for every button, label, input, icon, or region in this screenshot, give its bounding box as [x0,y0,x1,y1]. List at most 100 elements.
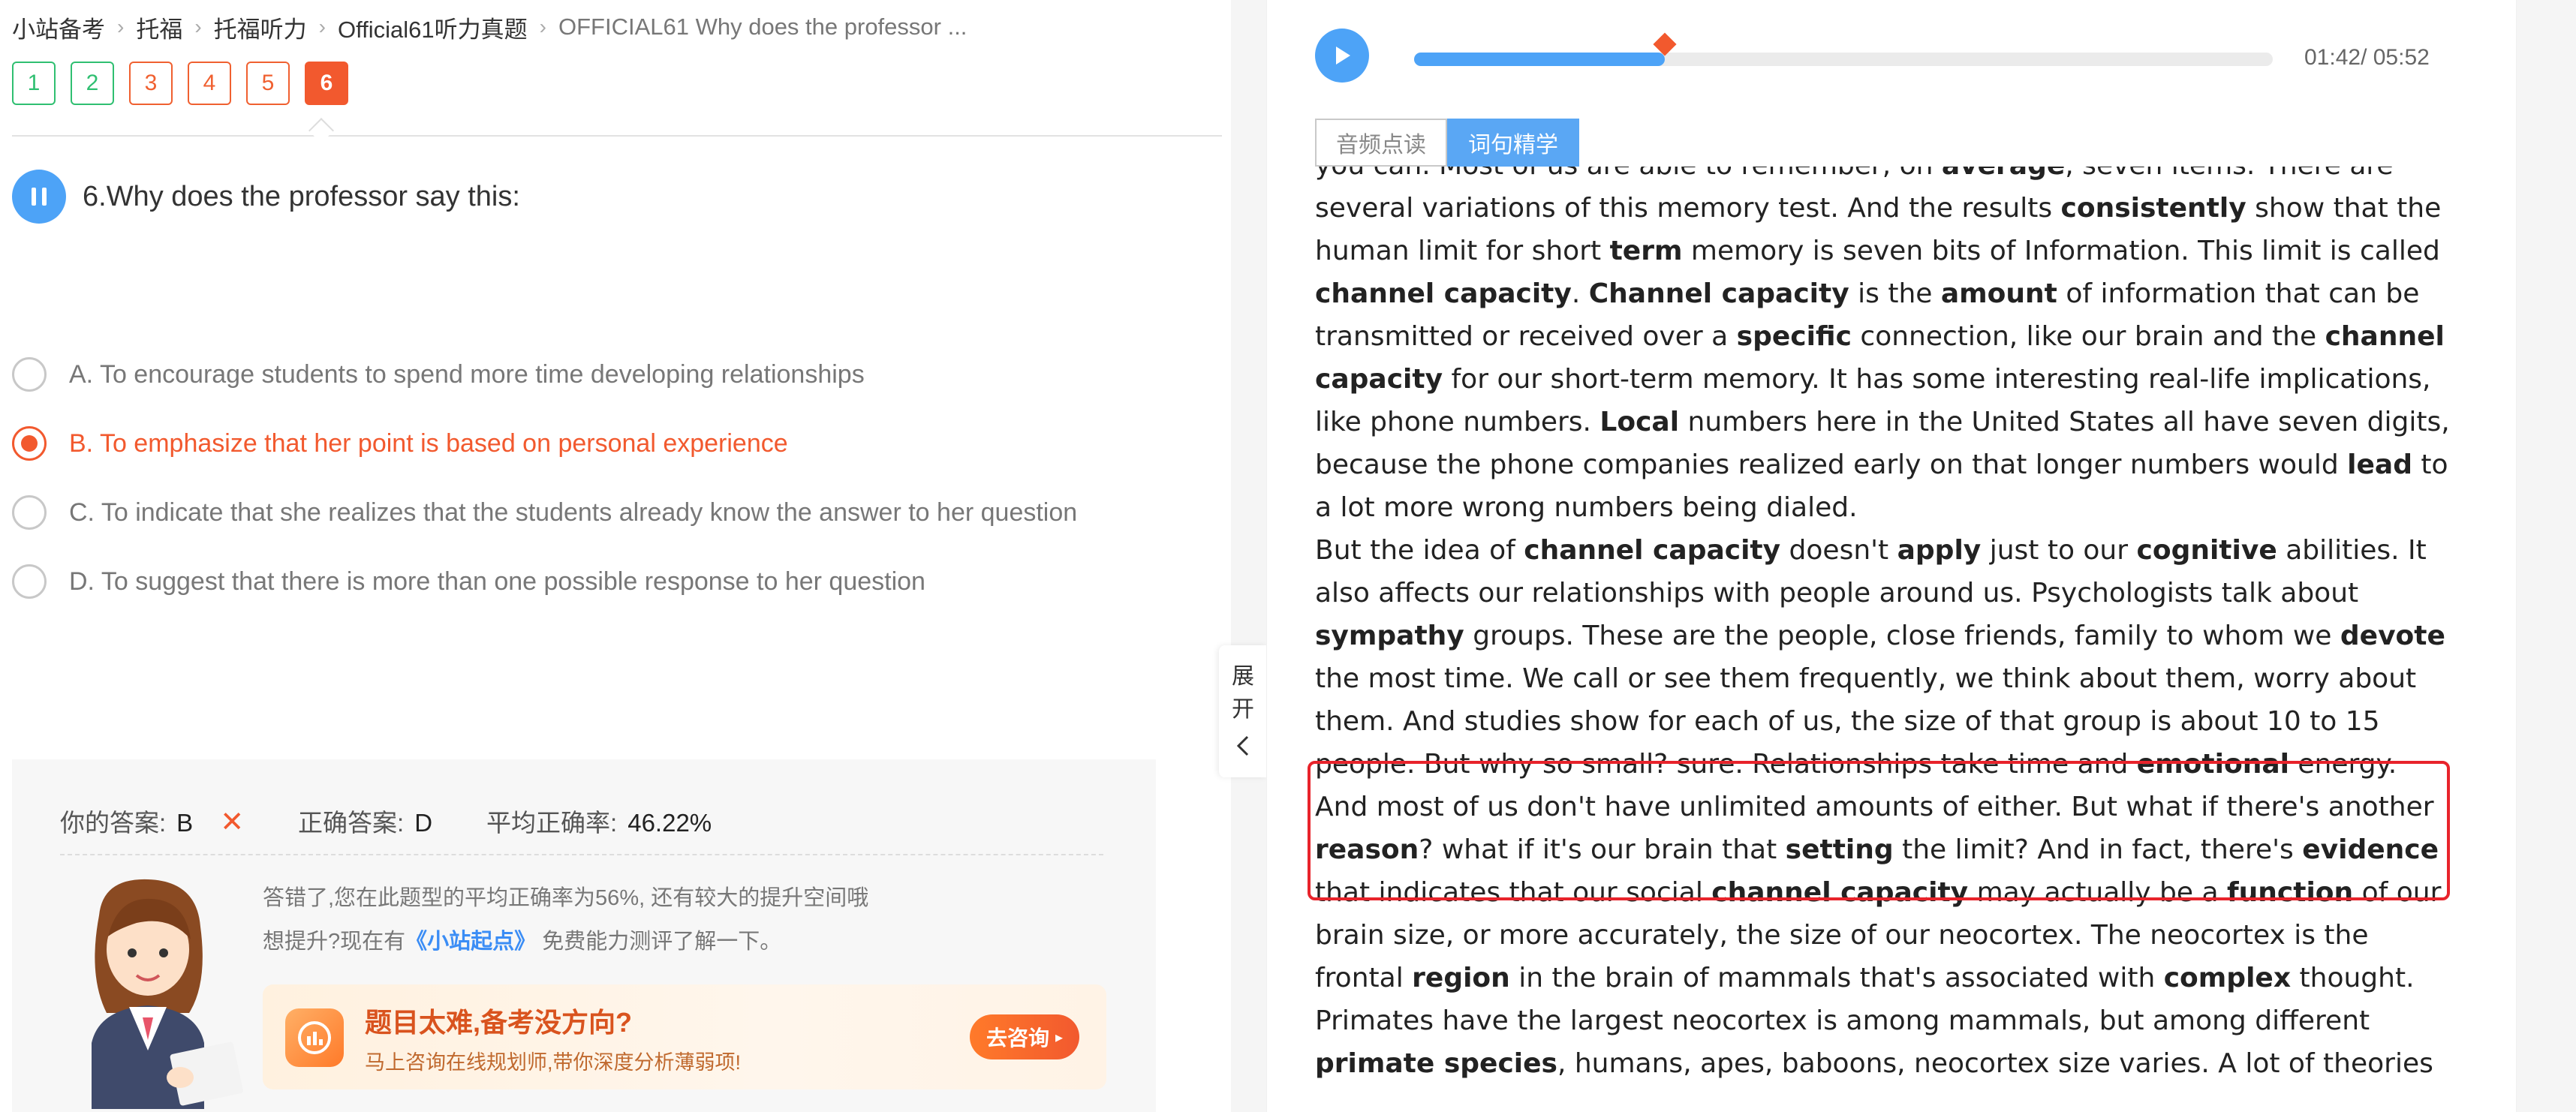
transcript-line[interactable]: sympathy groups. These are the people, c… [1315,615,2501,657]
consult-button-label: 去咨询 [986,1026,1049,1050]
transcript-line[interactable]: frontal region in the brain of mammals t… [1315,957,2501,999]
keyword[interactable]: devote [2340,621,2445,651]
consult-banner[interactable]: 题目太难,备考没方向? 马上咨询在线规划师,带你深度分析薄弱项! 去咨询 ▸ [263,984,1106,1089]
transcript-segment: the limit? And in fact, there's [1893,834,2303,865]
transcript-line[interactable]: brain size, or more accurately, the size… [1315,914,2501,957]
option-label: A. To encourage students to spend more t… [69,359,865,389]
chevron-right-icon: › [539,15,546,38]
transcript-line[interactable]: people. But why so small? sure. Relation… [1315,743,2501,786]
transcript-line[interactable]: And most of us don't have unlimited amou… [1315,786,2501,828]
radio-button-checked[interactable] [12,426,47,461]
transcript-segment: human limit for short [1315,236,1610,266]
keyword[interactable]: specific [1737,321,1852,352]
tip-text: 想提升?现在有 [263,930,406,954]
option-label: C. To indicate that she realizes that th… [69,497,1078,527]
transcript-line[interactable]: human limit for short term memory is sev… [1315,230,2501,272]
option-d[interactable]: D. To suggest that there is more than on… [12,530,1077,633]
keyword[interactable]: capacity [1315,364,1443,395]
keyword[interactable]: average [1942,167,2065,181]
transcript-segment: like phone numbers. [1315,407,1600,437]
transcript-line[interactable]: primate species, humans, apes, baboons, … [1315,1042,2501,1085]
breadcrumb-item[interactable]: Official61听力真题 [338,11,528,44]
transcript-line[interactable]: that indicates that our social channel c… [1315,871,2501,914]
question-nav-item-current[interactable]: 6 [305,62,348,105]
transcript-line[interactable]: the most time. We call or see them frequ… [1315,657,2501,700]
avg-rate-value: 46.22% [627,809,712,837]
audio-progress-bar[interactable] [1414,32,2273,66]
chart-icon [285,1008,344,1067]
avg-rate-label: 平均正确率: [486,809,618,837]
keyword[interactable]: Channel capacity [1589,278,1849,309]
transcript-segment: transmitted or received over a [1315,321,1737,352]
question-panel: 小站备考 › 托福 › 托福听力 › Official61听力真题 › OFFI… [0,0,1231,1112]
teacher-avatar-illustration [92,879,243,1109]
transcript-line[interactable]: like phone numbers. Local numbers here i… [1315,401,2501,443]
radio-dot [21,435,38,452]
tab-sentence-study[interactable]: 词句精学 [1447,119,1579,167]
question-nav-item[interactable]: 5 [246,62,290,105]
keyword[interactable]: lead [2347,449,2412,480]
keyword[interactable]: channel capacity [1524,535,1780,566]
breadcrumb-item[interactable]: 托福 [136,11,182,44]
keyword[interactable]: Local [1599,407,1679,437]
transcript-line[interactable]: also affects our relationships with peop… [1315,572,2501,615]
keyword[interactable]: channel capacity [1315,278,1572,309]
keyword[interactable]: emotional [2137,749,2289,780]
radio-button[interactable] [12,357,47,392]
radio-button[interactable] [12,495,47,530]
transcript-segment: of our [2353,877,2442,908]
play-button[interactable] [1315,29,1369,83]
transcript-line[interactable]: a lot more wrong numbers being dialed. [1315,486,2501,529]
keyword[interactable]: amount [1941,278,2057,309]
breadcrumb-item[interactable]: 托福听力 [214,11,307,44]
keyword[interactable]: channel [2325,321,2445,352]
transcript-segment: frontal [1315,963,1413,993]
transcript-line[interactable]: Primates have the largest neocortex is a… [1315,999,2501,1042]
pause-icon-bar [42,188,47,206]
keyword[interactable]: evidence [2302,834,2439,865]
question-nav-item[interactable]: 2 [71,62,114,105]
keyword[interactable]: primate species [1315,1048,1557,1079]
question-title: 6.Why does the professor say this: [83,180,520,212]
keyword[interactable]: setting [1786,834,1894,865]
breadcrumb-item[interactable]: 小站备考 [12,11,105,44]
transcript-line[interactable]: capacity for our short-term memory. It h… [1315,358,2501,401]
transcript-segment: , humans, apes, baboons, neocortex size … [1557,1048,2433,1079]
transcript-line[interactable]: channel capacity. Channel capacity is th… [1315,272,2501,315]
transcript-line[interactable]: because the phone companies realized ear… [1315,443,2501,486]
your-answer-label: 你的答案: [60,809,167,837]
keyword[interactable]: complex [2164,963,2291,993]
transcript-line[interactable]: several variations of this memory test. … [1315,187,2501,230]
transcript-line[interactable]: reason? what if it's our brain that sett… [1315,828,2501,871]
transcript-line[interactable]: you can. Most of us are able to remember… [1315,167,2501,187]
transcript-line[interactable]: them. And studies show for each of us, t… [1315,700,2501,743]
keyword[interactable]: function [2227,877,2353,908]
consult-button[interactable]: 去咨询 ▸ [970,1014,1079,1059]
keyword[interactable]: sympathy [1315,621,1464,651]
keyword[interactable]: apply [1897,535,1982,566]
assessment-link[interactable]: 《小站起点》 [405,930,536,954]
keyword[interactable]: term [1610,236,1683,266]
transcript-segment: And most of us don't have unlimited amou… [1315,792,2434,822]
transcript-line[interactable]: transmitted or received over a specific … [1315,315,2501,358]
divider [60,854,1103,855]
transcript-scroll[interactable]: you can. Most of us are able to remember… [1315,167,2501,1112]
keyword[interactable]: channel capacity [1711,877,1968,908]
keyword[interactable]: cognitive [2137,535,2277,566]
keyword[interactable]: consistently [2061,193,2246,224]
answer-options: A. To encourage students to spend more t… [12,323,1077,633]
question-nav-item[interactable]: 3 [129,62,173,105]
pause-button[interactable] [12,170,66,224]
transcript-line[interactable]: But the idea of channel capacity doesn't… [1315,529,2501,572]
transcript-segment: ? what if it's our brain that [1419,834,1786,865]
transcript-segment: you can. Most of us are able to remember… [1315,167,1942,181]
expand-toggle[interactable]: 展 开 [1219,645,1267,777]
question-nav-item[interactable]: 4 [188,62,231,105]
keyword[interactable]: region [1412,963,1510,993]
question-nav-item[interactable]: 1 [12,62,56,105]
keyword[interactable]: reason [1315,834,1419,865]
transcript-segment: of information that can be [2057,278,2420,309]
tab-audio-reading[interactable]: 音频点读 [1315,119,1447,167]
chevron-right-icon: › [194,15,202,38]
radio-button[interactable] [12,564,47,599]
